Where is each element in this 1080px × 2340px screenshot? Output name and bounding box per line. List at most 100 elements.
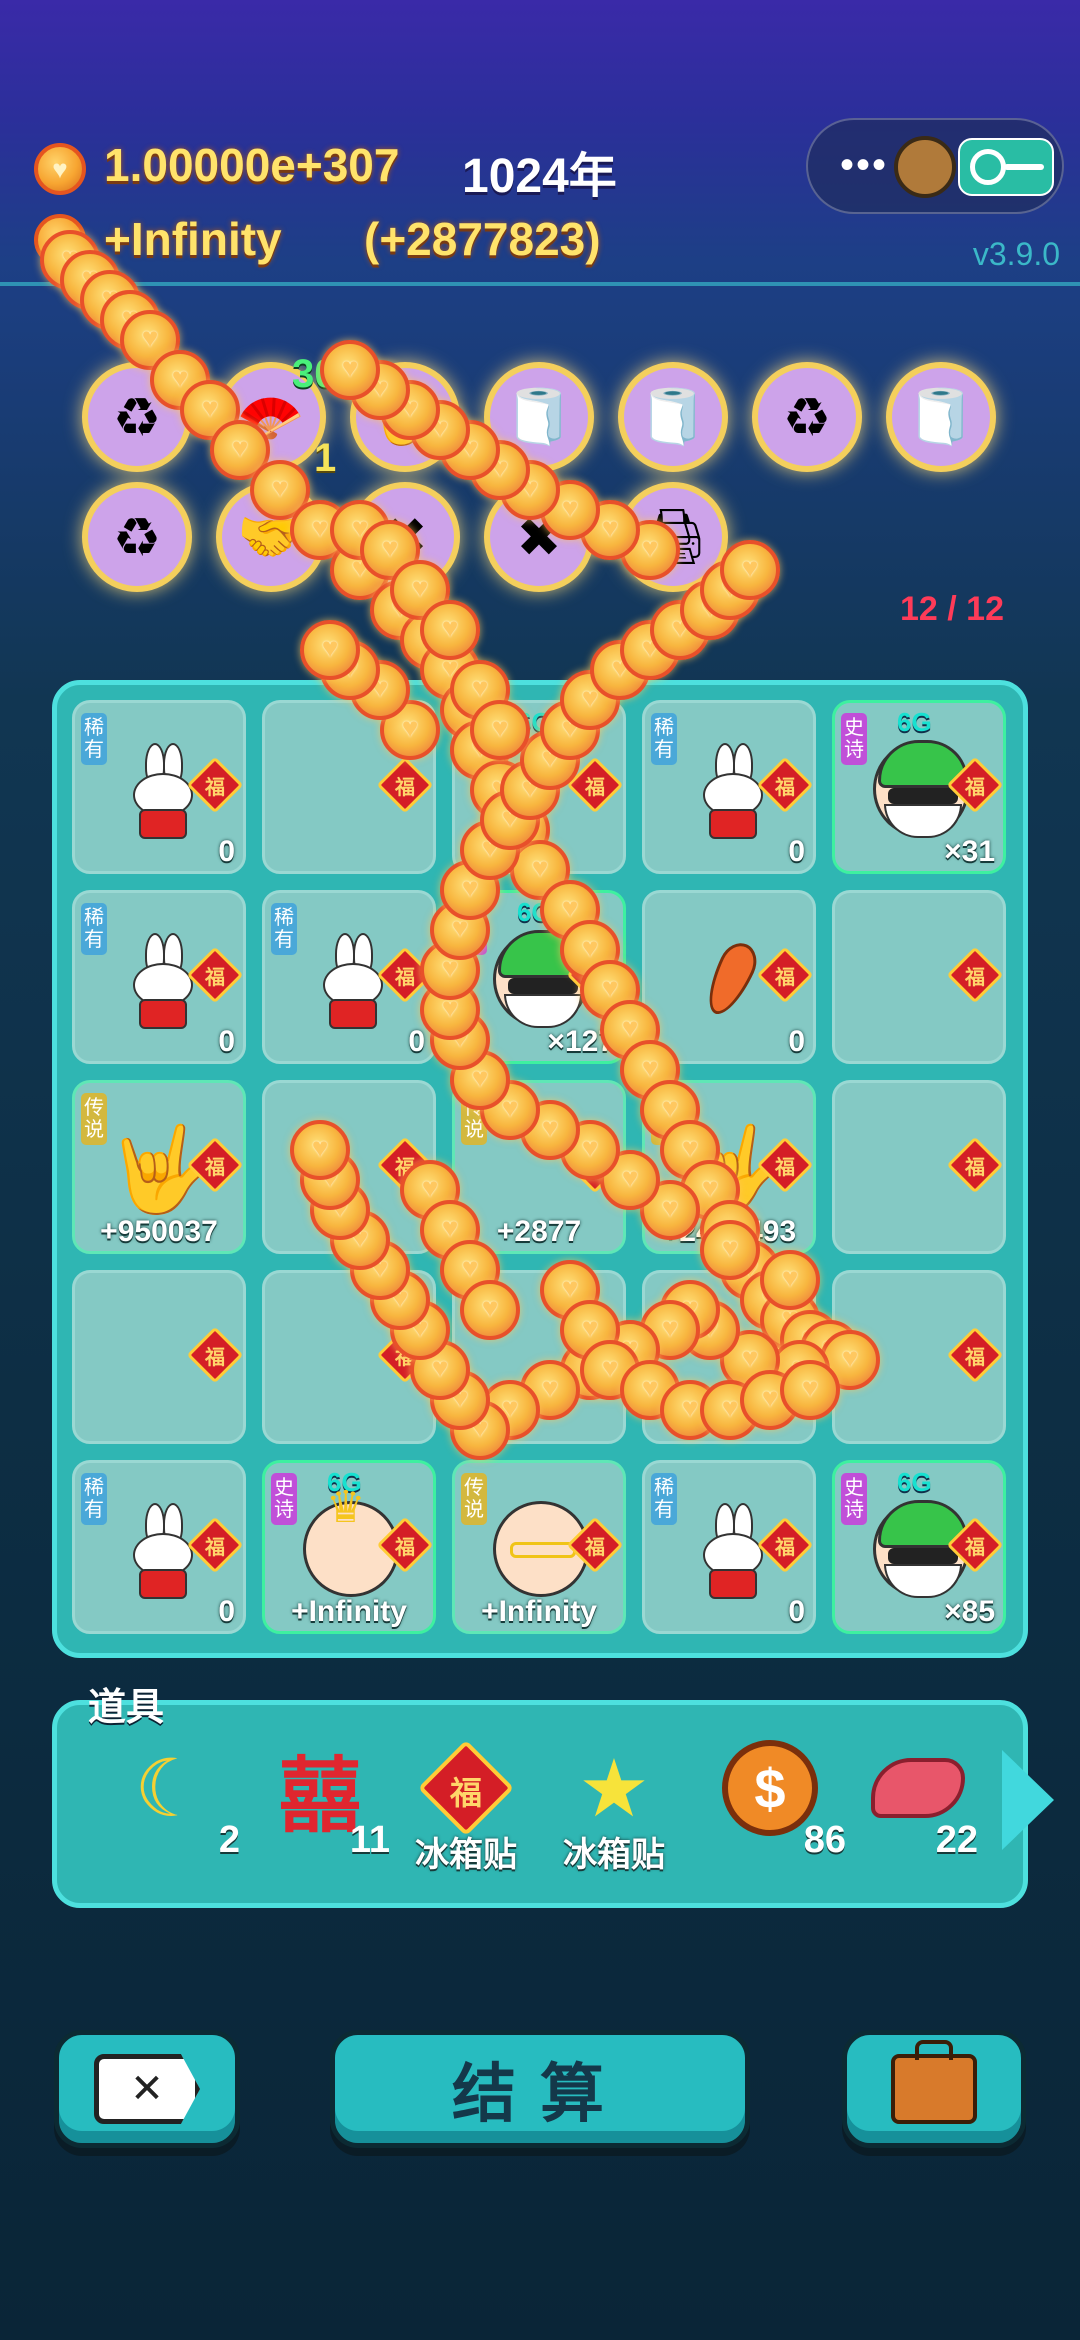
tool-qty: 22 [935, 1819, 978, 1861]
slot-counter: 12 / 12 [900, 590, 1004, 628]
fu-sticker-icon: 福 [186, 1326, 243, 1384]
flying-coin-icon [420, 600, 480, 660]
board-cell[interactable]: 史诗 6G 福 ×31 [832, 700, 1006, 874]
header-divider [0, 282, 1080, 286]
tissue-box-icon[interactable]: 🧻 [618, 362, 728, 472]
board-cell[interactable]: 福 [72, 1270, 246, 1444]
flying-coin-icon [780, 1360, 840, 1420]
cell-count: 0 [788, 835, 805, 868]
board-cell[interactable]: 传说 🤟 福 +950037 [72, 1080, 246, 1254]
recycle-icon[interactable]: ♻ [752, 362, 862, 472]
coin-rate-detail: (+2877823) [364, 213, 601, 265]
more-dots-icon[interactable]: ••• [840, 145, 888, 185]
board-cell[interactable]: 福 [832, 1080, 1006, 1254]
fu-sticker-icon: 福 [756, 1516, 813, 1574]
fu-sticker-icon: 福 [376, 1516, 433, 1574]
rarity-tag: 稀有 [271, 903, 297, 955]
fu-sticker-icon: 福 [186, 1516, 243, 1574]
flying-coin-icon [300, 620, 360, 680]
flying-coin-icon [290, 1120, 350, 1180]
level-label: 6G [897, 707, 932, 737]
settle-label: 结算 [452, 2058, 628, 2130]
cell-count: +2877 [496, 1215, 582, 1248]
coin-total: 1.00000e+307 [104, 139, 400, 191]
board-cell[interactable]: 稀有福 0 [72, 890, 246, 1064]
fu-sticker-icon: 福 [756, 756, 813, 814]
fu-sticker-icon: 福 [186, 1136, 243, 1194]
flying-coin-icon [700, 1220, 760, 1280]
fu-label: 福 [449, 1775, 482, 1811]
cell-count: +950037 [100, 1215, 218, 1248]
fu-sticker-icon: 福 [376, 756, 433, 814]
tools-next-arrow[interactable] [1002, 1750, 1054, 1850]
board-cell[interactable]: 稀有福 0 [642, 700, 816, 874]
cell-count: ×31 [944, 835, 995, 868]
fu-sticker-icon: 福 [566, 756, 623, 814]
tool-qty: 11 [349, 1819, 390, 1861]
tool-moon[interactable]: ☾ 2 [100, 1730, 240, 1880]
mini-program-capsule: ••• [806, 118, 1064, 214]
rarity-tag: 史诗 [841, 713, 867, 765]
skill-count: 1 [314, 436, 337, 480]
recycle-icon[interactable]: ♻ [82, 482, 192, 592]
board-cell[interactable]: 福 [832, 890, 1006, 1064]
board-cell[interactable]: 稀有福 0 [262, 890, 436, 1064]
flying-coin-icon [460, 1280, 520, 1340]
settle-button[interactable]: 结算 [330, 2030, 750, 2148]
board-cell[interactable]: 史诗 6G ♛ 福 +Infinity [262, 1460, 436, 1634]
rarity-tag: 稀有 [81, 903, 107, 955]
board-cell[interactable]: 史诗 6G 福 ×85 [832, 1460, 1006, 1634]
rarity-tag: 传说 [461, 1473, 487, 1525]
flying-coin-icon [720, 540, 780, 600]
level-label: 6G [897, 1467, 932, 1497]
cell-count: 0 [788, 1595, 805, 1628]
cell-count: 0 [788, 1025, 805, 1058]
close-circle-icon[interactable] [958, 138, 1054, 196]
tool-fu-sticker[interactable]: 福 冰箱贴 [396, 1730, 536, 1880]
star-icon: ★ [578, 1743, 650, 1833]
fu-sticker-icon: 福 [946, 1136, 1003, 1194]
rarity-tag: 稀有 [651, 713, 677, 765]
cell-count: 0 [218, 1025, 235, 1058]
tool-name: 冰箱贴 [415, 1836, 517, 1874]
fu-sticker-icon: 福 [566, 1516, 623, 1574]
avatar [894, 136, 956, 198]
fu-sticker-icon: 福 [946, 946, 1003, 1004]
rarity-tag: 史诗 [841, 1473, 867, 1525]
fu-sticker-icon: 福 [416, 1738, 516, 1838]
tool-liver[interactable]: 22 [848, 1730, 988, 1880]
rarity-tag: 稀有 [81, 1473, 107, 1525]
briefcase-icon [891, 2040, 977, 2124]
tools-label: 道具 [88, 1687, 165, 1729]
fu-sticker-icon: 福 [946, 1516, 1003, 1574]
board-cell[interactable]: 稀有福 0 [642, 1460, 816, 1634]
board-cell[interactable]: 传说福 +Infinity [452, 1460, 626, 1634]
moon-icon: ☾ [134, 1743, 206, 1833]
cell-count: 0 [408, 1025, 425, 1058]
fu-sticker-icon: 福 [186, 946, 243, 1004]
tool-double-happiness[interactable]: 囍 11 [250, 1730, 390, 1880]
cell-count: ×85 [944, 1595, 995, 1628]
coin-rate: +Infinity [104, 213, 282, 265]
tool-qty: 86 [803, 1819, 846, 1861]
tissue-box-icon[interactable]: 🧻 [886, 362, 996, 472]
board-cell[interactable]: 福0 [642, 890, 816, 1064]
fu-sticker-icon: 福 [946, 1326, 1003, 1384]
version-label: v3.9.0 [972, 236, 1060, 272]
coin-icon [34, 143, 86, 195]
close-icon: ✕ [94, 2054, 200, 2124]
exit-button[interactable]: ✕ [54, 2030, 240, 2148]
bag-button[interactable] [842, 2030, 1026, 2148]
fu-sticker-icon: 福 [756, 1136, 813, 1194]
tool-dollar-coin[interactable]: $ 86 [700, 1730, 846, 1880]
flying-coin-icon [760, 1250, 820, 1310]
tool-name: 冰箱贴 [563, 1836, 665, 1874]
tool-star[interactable]: ★ 冰箱贴 [544, 1730, 684, 1880]
board-cell[interactable]: 稀有福 0 [72, 1460, 246, 1634]
fu-sticker-icon: 福 [756, 946, 813, 1004]
board-cell[interactable]: 稀有福 0 [72, 700, 246, 874]
cell-count: 0 [218, 1595, 235, 1628]
fu-sticker-icon: 福 [186, 756, 243, 814]
flying-coin-icon [470, 700, 530, 760]
cell-count: 0 [218, 835, 235, 868]
